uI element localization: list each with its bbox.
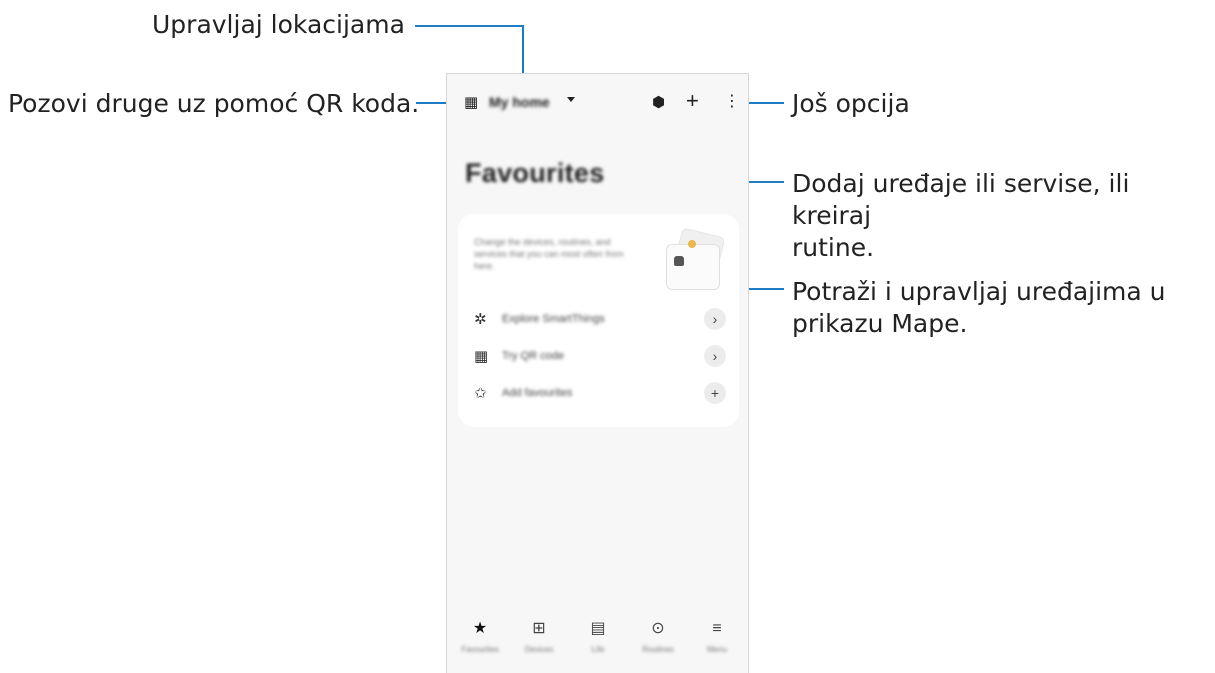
lock-icon <box>674 256 684 266</box>
qr-invite-icon[interactable]: ▦ <box>464 93 478 111</box>
chevron-right-icon[interactable]: › <box>704 345 726 367</box>
row-label: Explore SmartThings <box>502 313 605 325</box>
life-icon: ▤ <box>590 620 606 637</box>
tab-label: Routines <box>642 645 674 654</box>
devices-grid-icon: ⊞ <box>532 620 546 637</box>
tab-label: Menu <box>706 645 727 654</box>
callout-map-view-line1: Potraži i upravljaj uređajima u <box>792 277 1166 306</box>
callout-manage-locations: Upravljaj lokacijama <box>152 10 405 39</box>
favourites-card: Change the devices, routines, and servic… <box>458 214 739 427</box>
star-outline-icon: ✩ <box>474 385 487 402</box>
map-view-icon[interactable]: ⬢ <box>652 93 665 111</box>
list-item-explore[interactable]: ✲ Explore SmartThings › <box>474 308 726 332</box>
callout-invite-qr: Pozovi druge uz pomoć QR koda. <box>8 89 420 118</box>
list-item-add-favourites[interactable]: ✩ Add favourites + <box>474 382 726 406</box>
tab-label: Life <box>591 645 605 654</box>
routines-icon: ⊙ <box>651 620 665 637</box>
menu-icon: ≡ <box>712 620 722 637</box>
card-description: Change the devices, routines, and servic… <box>474 237 624 271</box>
tab-label: Favourites <box>461 645 499 654</box>
bottom-nav: ★ Favourites ⊞ Devices ▤ Life ⊙ Routines… <box>447 619 748 669</box>
phone-screen: ▦ My home ⬢ + ⋮ Favourites Change the de… <box>446 73 749 673</box>
row-label: Add favourites <box>502 387 573 399</box>
location-name[interactable]: My home <box>489 94 550 110</box>
page-title: Favourites <box>465 158 605 188</box>
callout-map-view: Potraži i upravljaj uređajima u prikazu … <box>792 276 1166 340</box>
row-label: Try QR code <box>502 350 564 362</box>
qr-code-icon: ▦ <box>474 348 489 365</box>
leader-manage-locations-h <box>415 25 523 27</box>
list-item-qr[interactable]: ▦ Try QR code › <box>474 345 726 369</box>
chevron-right-icon[interactable]: › <box>704 308 726 330</box>
add-icon[interactable]: + <box>686 88 699 114</box>
callout-add-devices-line2: rutine. <box>792 233 875 262</box>
callout-more-options: Još opcija <box>792 89 910 118</box>
callout-add-devices-line1: Dodaj uređaje ili servise, ili kreiraj <box>792 169 1130 230</box>
illustration-card-front <box>666 244 720 290</box>
more-options-icon[interactable]: ⋮ <box>724 91 740 111</box>
callout-map-view-line2: prikazu Mape. <box>792 309 968 338</box>
bulb-icon <box>688 240 696 248</box>
add-circle-icon[interactable]: + <box>704 382 726 404</box>
tab-favourites[interactable]: ★ Favourites <box>455 619 505 654</box>
chevron-down-icon[interactable] <box>567 97 575 102</box>
tab-menu[interactable]: ≡ Menu <box>692 619 742 654</box>
tab-devices[interactable]: ⊞ Devices <box>514 619 564 654</box>
smartthings-icon: ✲ <box>474 311 487 328</box>
tab-label: Devices <box>524 645 554 654</box>
tab-routines[interactable]: ⊙ Routines <box>633 619 683 654</box>
tab-life[interactable]: ▤ Life <box>573 619 623 654</box>
star-icon: ★ <box>472 620 488 637</box>
callout-add-devices: Dodaj uređaje ili servise, ili kreiraj r… <box>792 168 1215 264</box>
